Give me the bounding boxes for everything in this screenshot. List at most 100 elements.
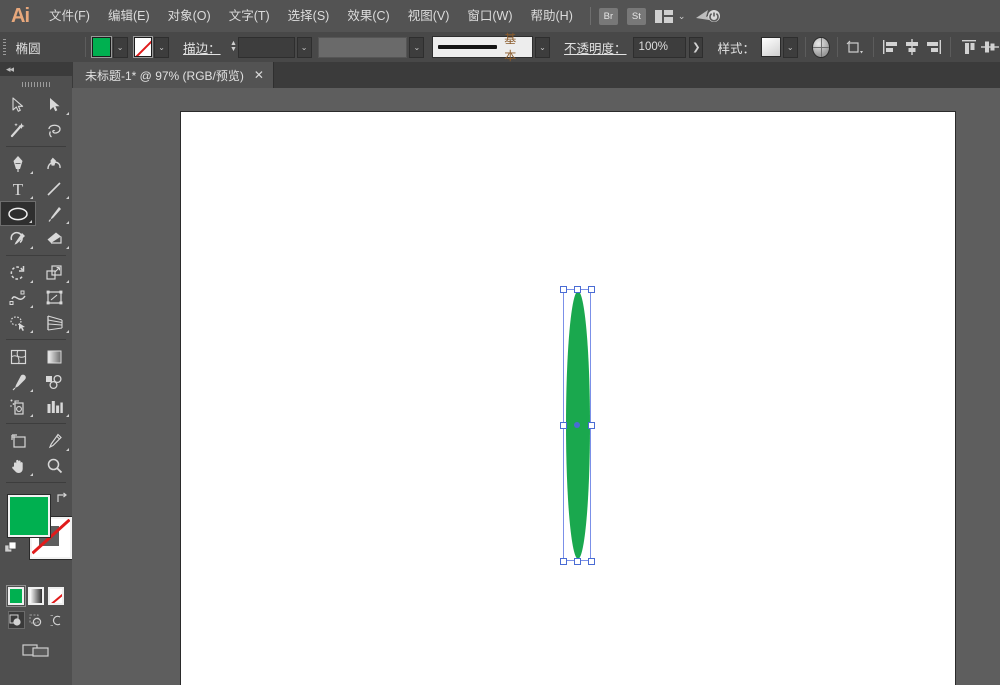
stroke-profile-input[interactable] (318, 37, 407, 58)
tools-panel-header[interactable]: ◂◂ (0, 62, 72, 76)
draw-normal-button[interactable] (8, 611, 25, 629)
tool-divider-3 (6, 339, 66, 340)
brush-definition-select[interactable]: 基本 (432, 36, 533, 58)
document-tab[interactable]: 未标题-1* @ 97% (RGB/预览) ✕ (72, 62, 274, 88)
stroke-color-swatch[interactable] (134, 37, 152, 57)
free-transform-tool[interactable] (36, 285, 72, 310)
close-icon[interactable]: ✕ (254, 68, 264, 82)
fill-color-swatch[interactable] (92, 37, 110, 57)
menu-view[interactable]: 视图(V) (399, 0, 459, 32)
align-top-icon[interactable] (958, 36, 979, 58)
handle-top-center[interactable] (574, 286, 581, 293)
graphic-style-swatch[interactable] (761, 37, 781, 57)
default-fill-stroke-icon[interactable] (4, 541, 18, 555)
options-bar-gripper[interactable] (0, 32, 10, 62)
blend-tool[interactable] (36, 369, 72, 394)
chevron-down-icon: ⌄ (678, 11, 686, 22)
ellipse-tool[interactable] (0, 201, 36, 226)
toolbar-fill-swatch[interactable] (8, 495, 50, 537)
hand-tool[interactable] (0, 453, 36, 478)
swap-fill-stroke-icon[interactable] (55, 491, 69, 505)
handle-top-right[interactable] (588, 286, 595, 293)
artboard-tool[interactable] (0, 428, 36, 453)
fill-dropdown-button[interactable]: ⌄ (113, 37, 128, 58)
align-center-vertical-icon[interactable] (979, 36, 1000, 58)
opacity-label[interactable]: 不透明度： (558, 38, 633, 57)
stroke-weight-dropdown-button[interactable]: ⌄ (297, 37, 312, 58)
handle-bottom-left[interactable] (560, 558, 567, 565)
cloud-sync-icon[interactable] (695, 7, 721, 25)
canvas-area[interactable] (72, 88, 1000, 685)
slice-tool[interactable] (36, 428, 72, 453)
tool-flyout-indicator (66, 196, 69, 199)
style-dropdown-button[interactable]: ⌄ (783, 37, 798, 58)
tool-flyout-indicator (66, 414, 69, 417)
stroke-weight-stepper[interactable]: ▲▼ (229, 38, 239, 57)
stroke-weight-input[interactable] (238, 37, 294, 58)
opacity-input[interactable]: 100% (633, 37, 687, 58)
type-tool[interactable]: T (0, 176, 36, 201)
transform-panel-button[interactable] (845, 36, 866, 58)
direct-selection-tool[interactable] (36, 92, 72, 117)
width-tool[interactable] (0, 285, 36, 310)
magic-wand-tool[interactable] (0, 117, 36, 142)
rotate-tool[interactable] (0, 260, 36, 285)
menu-edit[interactable]: 编辑(E) (99, 0, 159, 32)
draw-behind-button[interactable] (28, 611, 45, 629)
tools-panel-gripper[interactable] (0, 76, 72, 92)
brush-name-label: 基本 (504, 30, 527, 64)
app-logo: Ai (0, 0, 40, 32)
paint-mode-buttons (0, 585, 72, 605)
menu-select[interactable]: 选择(S) (279, 0, 339, 32)
brush-dropdown-button[interactable]: ⌄ (535, 37, 550, 58)
scale-tool[interactable] (36, 260, 72, 285)
menu-help[interactable]: 帮助(H) (522, 0, 582, 32)
menu-window[interactable]: 窗口(W) (458, 0, 521, 32)
selection-tool[interactable] (0, 92, 36, 117)
stock-icon[interactable]: St (627, 8, 646, 25)
handle-middle-left[interactable] (560, 422, 567, 429)
align-left-icon[interactable] (880, 36, 901, 58)
curvature-tool[interactable] (36, 151, 72, 176)
menu-object[interactable]: 对象(O) (159, 0, 220, 32)
stroke-weight-label[interactable]: 描边： (177, 38, 227, 57)
color-mode-button[interactable] (8, 587, 24, 605)
shape-builder-tool[interactable] (0, 310, 36, 335)
artboard[interactable] (181, 112, 955, 685)
handle-bottom-right[interactable] (588, 558, 595, 565)
align-center-horizontal-icon[interactable] (901, 36, 922, 58)
shaper-tool[interactable] (0, 226, 36, 251)
handle-top-left[interactable] (560, 286, 567, 293)
pen-tool[interactable] (0, 151, 36, 176)
line-segment-tool[interactable] (36, 176, 72, 201)
stroke-dropdown-button[interactable]: ⌄ (154, 37, 169, 58)
handle-middle-right[interactable] (588, 422, 595, 429)
draw-inside-button[interactable] (47, 611, 64, 629)
eyedropper-tool[interactable] (0, 369, 36, 394)
opt-divider-1 (85, 37, 86, 57)
menu-type[interactable]: 文字(T) (220, 0, 279, 32)
arrange-documents-button[interactable]: ⌄ (655, 10, 686, 23)
paintbrush-tool[interactable] (36, 201, 72, 226)
handle-bottom-center[interactable] (574, 558, 581, 565)
menu-effect[interactable]: 效果(C) (338, 0, 398, 32)
align-right-icon[interactable] (922, 36, 943, 58)
stroke-profile-dropdown-button[interactable]: ⌄ (409, 37, 424, 58)
symbol-sprayer-tool[interactable] (0, 394, 36, 419)
perspective-grid-tool[interactable] (36, 310, 72, 335)
recolor-artwork-icon[interactable] (812, 37, 829, 58)
opacity-expand-button[interactable]: ❯ (689, 37, 703, 58)
gradient-mode-button[interactable] (28, 587, 44, 605)
change-screen-mode-button[interactable] (0, 629, 72, 659)
collapse-panel-icon[interactable]: ◂◂ (6, 64, 13, 75)
mesh-tool[interactable] (0, 344, 36, 369)
bridge-icon[interactable]: Br (599, 8, 618, 25)
eraser-tool[interactable] (36, 226, 72, 251)
lasso-tool[interactable] (36, 117, 72, 142)
tool-flyout-indicator (66, 221, 69, 224)
column-graph-tool[interactable] (36, 394, 72, 419)
gradient-tool[interactable] (36, 344, 72, 369)
zoom-tool[interactable] (36, 453, 72, 478)
none-mode-button[interactable] (48, 587, 64, 605)
menu-file[interactable]: 文件(F) (40, 0, 99, 32)
